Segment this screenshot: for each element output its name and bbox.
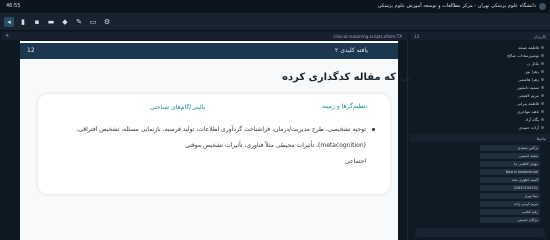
chat-message: زهرا غلامی <box>480 209 540 215</box>
page-number: 12 <box>27 47 35 54</box>
user-item[interactable]: پگاه آزاد <box>525 117 544 122</box>
column-heading-context: تنظیم‌گرها و زمینه <box>322 103 368 110</box>
user-item[interactable]: زهرا هاشمی <box>518 77 544 82</box>
window-title: دانشگاه علوم پزشکی تهران - مرکز مطالعات … <box>377 3 536 9</box>
avatar <box>541 78 544 81</box>
avatar <box>541 126 544 129</box>
user-item[interactable]: زهرا نور <box>525 69 544 74</box>
avatar <box>541 94 544 97</box>
user-item[interactable]: مائل ن <box>527 61 544 66</box>
share-icon[interactable]: ◆ <box>60 17 70 27</box>
user-item[interactable]: نوشین‌سادات صالح <box>507 53 544 58</box>
chat-message: سعید حسینی <box>480 153 540 159</box>
title-bar: 46:55 دانشگاه علوم پزشکی تهران - مرکز مط… <box>0 0 550 13</box>
menu-icon[interactable]: ◂ <box>4 17 14 27</box>
logo-icon <box>539 3 546 10</box>
add-icon[interactable]: + <box>5 33 9 39</box>
camera-icon[interactable]: ▪ <box>32 17 42 27</box>
slide-section-label: یافته کلیدی ۲ <box>335 47 368 54</box>
avatar <box>541 110 544 113</box>
users-count: 13 <box>414 34 420 39</box>
slide-line-1: توجیه تشخیصی، طرح مدیریت/درمان، فراشناخت… <box>76 126 366 133</box>
user-item[interactable]: مریم لاهیجی <box>518 93 544 98</box>
avatar <box>541 62 544 65</box>
chat-message: مژگان حسینی <box>480 217 540 223</box>
users-header: 13 کاربران <box>410 32 550 40</box>
chat-message: مریم کرمی زاده <box>480 201 540 207</box>
chat-message: 32830190231 <box>480 185 540 191</box>
screen-icon[interactable]: ▭ <box>88 17 98 27</box>
clock: 46:55 <box>6 3 21 9</box>
avatar <box>541 102 544 105</box>
user-item[interactable]: ناهید مهاجری <box>517 109 544 114</box>
mic-icon[interactable]: ▮ <box>18 17 28 27</box>
slide-navbar: 12 یافته کلیدی ۲ <box>20 43 398 59</box>
avatar <box>541 46 544 49</box>
slide-line-2: (metacognition)، تأثیرات محیطی مثلاً فنا… <box>185 142 366 149</box>
settings-icon[interactable]: ⚙ <box>102 17 112 27</box>
slide-line-3: اجتماعی <box>344 158 366 165</box>
chat-message: Nasrin Nadimkhah <box>480 169 540 175</box>
user-item[interactable]: فاطمه پیرانی <box>517 101 544 106</box>
pen-icon[interactable]: ✎ <box>74 17 84 27</box>
user-item[interactable]: سمیه دانشور <box>517 85 544 90</box>
chat-message: نرگس سعیدی <box>480 145 540 151</box>
chat-icon[interactable]: ▬ <box>46 17 56 27</box>
presentation-header: + clinical.reasoning.scripts.ofnlrn.TX <box>2 32 408 40</box>
presentation-url: clinical.reasoning.scripts.ofnlrn.TX <box>333 34 402 39</box>
chat-message: مهدی کاظمی نیا <box>480 161 540 167</box>
toolbar: ◂ ▮ ▪ ▬ ◆ ✎ ▭ ⚙ <box>0 13 550 31</box>
chat-message: آنیسه اطهری مجد <box>480 177 540 183</box>
chat-input[interactable] <box>415 228 545 237</box>
chat-header: پیام‌ها <box>410 134 550 142</box>
column-heading-clinical: بالینی/گام‌های شناختی <box>150 104 206 111</box>
users-label: کاربران <box>533 34 546 39</box>
avatar <box>541 70 544 73</box>
user-item[interactable]: آزاده حمیدی <box>518 125 544 130</box>
avatar <box>541 54 544 57</box>
chat-label: پیام‌ها <box>536 136 546 141</box>
user-item[interactable]: فاطمه ضیغه <box>518 45 544 50</box>
bullet <box>372 128 375 131</box>
avatar <box>541 118 544 121</box>
chat-message: مینا نوری <box>480 193 540 199</box>
avatar <box>541 86 544 89</box>
